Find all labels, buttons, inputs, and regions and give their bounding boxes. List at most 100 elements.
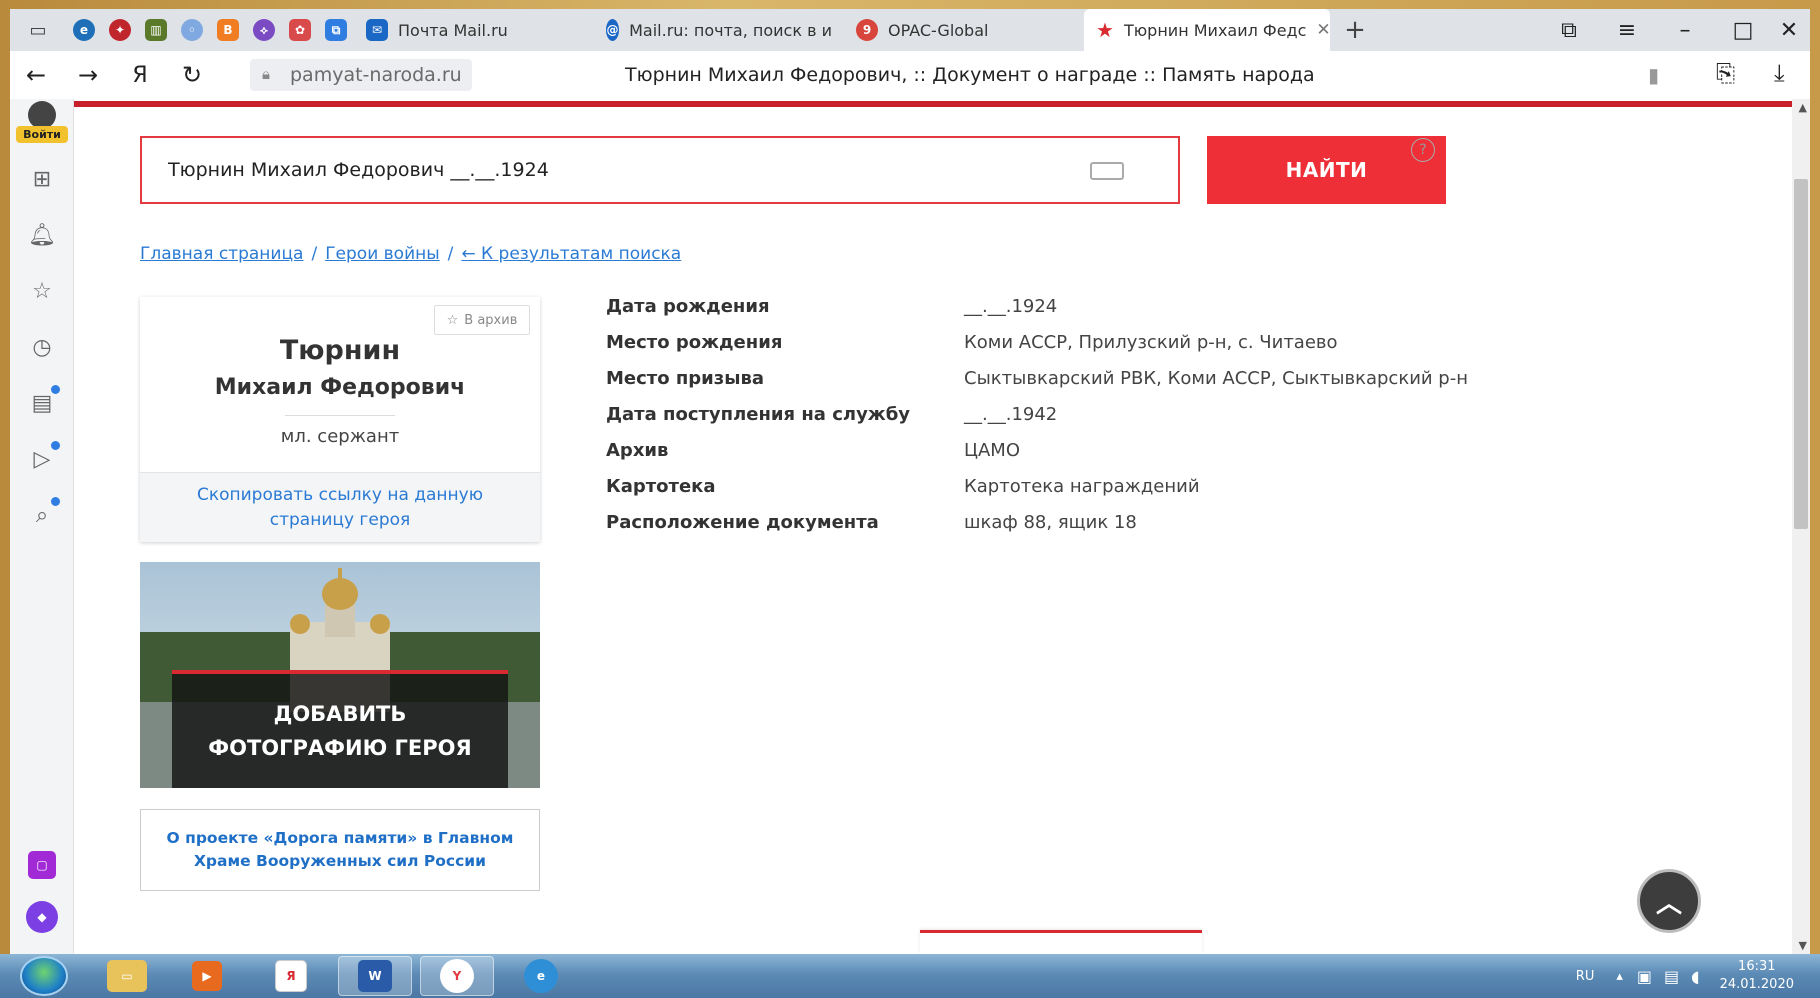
detail-label: Картотека — [606, 476, 716, 497]
tabs-list-icon[interactable]: ⧉ — [1540, 9, 1598, 51]
video-icon[interactable]: ▷ — [22, 439, 62, 479]
hero-card: ☆ В архив Тюрнин Михаил Федорович мл. се… — [140, 297, 540, 542]
new-tab-button[interactable]: + — [1330, 9, 1380, 51]
collections-icon[interactable]: ▤ — [22, 383, 62, 423]
page-content: НАЙТИ ? Главная страница / Герои войны /… — [74, 107, 1810, 954]
detail-label: Дата поступления на службу — [606, 404, 911, 425]
star-outline-icon[interactable]: ☆ — [22, 271, 62, 311]
breadcrumb-heroes[interactable]: Герои войны — [325, 244, 439, 264]
back-button[interactable]: ← — [10, 51, 62, 99]
detail-row: Архив ЦАМО — [606, 440, 1020, 476]
media-player-icon[interactable]: ▶ — [170, 956, 244, 996]
add-to-archive-button[interactable]: ☆ В архив — [434, 305, 530, 335]
search-bar: НАЙТИ — [140, 136, 1446, 204]
breadcrumb-separator: / — [447, 244, 454, 264]
notification-dot — [51, 497, 60, 506]
tab-mail[interactable]: ✉ Почта Mail.ru — [354, 9, 594, 51]
detail-value: ЦАМО — [964, 440, 1020, 461]
mailru-icon: @ — [606, 19, 620, 41]
vertical-scrollbar[interactable]: ▲ ▼ — [1792, 99, 1810, 954]
scroll-thumb[interactable] — [1794, 179, 1808, 529]
book-icon[interactable]: ▥ — [138, 9, 174, 51]
apps-icon[interactable]: ⊞ — [22, 159, 62, 199]
detail-label: Место рождения — [606, 332, 783, 353]
scroll-to-top-button[interactable]: ︿ — [1637, 869, 1701, 933]
login-button[interactable]: Войти — [10, 99, 74, 149]
app-purple-icon[interactable]: ▢ — [22, 845, 62, 885]
ie-icon[interactable]: e — [504, 956, 578, 996]
add-photo-banner[interactable]: ДОБАВИТЬ ФОТОГРАФИЮ ГЕРОЯ — [140, 562, 540, 788]
puzzle-icon[interactable]: ✿ — [282, 9, 318, 51]
close-window-button[interactable]: ✕ — [1768, 9, 1810, 51]
clock-time: 16:31 — [1738, 959, 1776, 974]
tab-opac[interactable]: 9 OPAC-Global — [844, 9, 1084, 51]
alice-icon[interactable]: ◆ — [22, 897, 62, 937]
help-icon[interactable]: ? — [1411, 138, 1435, 162]
divider — [285, 415, 395, 416]
url-field[interactable]: 🔒︎ pamyat-naroda.ru — [250, 59, 472, 91]
archive-label: В архив — [464, 312, 518, 328]
tab-mailru[interactable]: @ Mail.ru: почта, поиск в и — [594, 9, 844, 51]
star-icon: ★ — [1096, 18, 1114, 42]
tab-pamyat[interactable]: ★ Тюрнин Михаил Федс ✕ — [1084, 9, 1330, 51]
cloud-icon[interactable]: ◦ — [174, 9, 210, 51]
tab-bar: ▭ e ✦ ▥ ◦ B ⟡ ✿ ⧉ ✉ Почта Mail.ru @ Mail… — [10, 9, 1810, 51]
yandex-browser-icon[interactable]: Y — [420, 956, 494, 996]
tab-label: Почта Mail.ru — [398, 20, 508, 40]
tray-expand-icon[interactable]: ▴ — [1616, 969, 1637, 984]
about-project-link[interactable]: О проекте «Дорога памяти» в Главном Храм… — [140, 809, 540, 891]
detail-value: __.__.1942 — [964, 404, 1058, 425]
tab-label: Тюрнин Михаил Федс — [1123, 20, 1307, 40]
scroll-down-arrow[interactable]: ▼ — [1799, 939, 1807, 952]
forward-button[interactable]: → — [62, 51, 114, 99]
copy-icon[interactable]: ⧉ — [318, 9, 354, 51]
detail-row: Место призыва Сыктывкарский РВК, Коми АС… — [606, 368, 1468, 404]
translate-icon[interactable]: ⎘ — [1716, 59, 1735, 87]
copy-link-button[interactable]: Скопировать ссылку на данную страницу ге… — [140, 472, 540, 542]
scroll-up-arrow[interactable]: ▲ — [1799, 101, 1807, 114]
detail-row: Расположение документа шкаф 88, ящик 18 — [606, 512, 1137, 548]
tab-label: OPAC-Global — [888, 20, 989, 40]
history-icon[interactable]: ◷ — [22, 327, 62, 367]
page-title: Тюрнин Михаил Федорович, :: Документ о н… — [625, 64, 1315, 86]
search-input[interactable] — [142, 159, 1092, 181]
yandex-app-icon[interactable]: Я — [254, 956, 328, 996]
edge-icon[interactable]: e — [66, 9, 102, 51]
star-outline-icon: ☆ — [446, 312, 459, 328]
tab-panel-icon[interactable]: ▭ — [10, 9, 66, 51]
add-photo-label: ДОБАВИТЬ ФОТОГРАФИЮ ГЕРОЯ — [172, 670, 508, 788]
explorer-icon[interactable]: ▭ — [90, 956, 164, 996]
reload-button[interactable]: ↻ — [166, 51, 218, 99]
bookmark-icon[interactable]: ▮ — [1648, 63, 1659, 87]
detail-value: __.__.1924 — [964, 296, 1058, 317]
network-icon[interactable]: ⟡ — [246, 9, 282, 51]
tray-app-icon[interactable]: ▣ — [1637, 967, 1664, 986]
blogger-icon[interactable]: B — [210, 9, 246, 51]
bottom-panel-tab[interactable] — [920, 930, 1202, 954]
word-icon[interactable]: W — [338, 956, 412, 996]
browser-window: ▭ e ✦ ▥ ◦ B ⟡ ✿ ⧉ ✉ Почта Mail.ru @ Mail… — [10, 9, 1810, 954]
clock-date: 24.01.2020 — [1719, 977, 1794, 992]
download-icon[interactable]: ⤓ — [1774, 59, 1785, 87]
clock[interactable]: 16:31 24.01.2020 — [1700, 958, 1820, 994]
maximize-button[interactable]: □ — [1714, 9, 1772, 51]
taskbar: ▭ ▶ Я W Y e RU ▴ ▣ ▤ ◖ 16:31 24.01.2020 — [0, 954, 1820, 998]
network-icon[interactable]: ▤ — [1664, 967, 1691, 986]
volume-icon[interactable]: ◖ — [1691, 967, 1699, 986]
back-to-results-link[interactable]: ← К результатам поиска — [461, 244, 681, 264]
start-button[interactable] — [20, 956, 68, 996]
language-indicator[interactable]: RU — [1576, 969, 1617, 984]
minimize-button[interactable]: – — [1656, 9, 1714, 51]
breadcrumb-home[interactable]: Главная страница — [140, 244, 303, 264]
hero-surname: Тюрнин — [279, 335, 401, 366]
search-button[interactable]: НАЙТИ — [1207, 136, 1446, 204]
keyboard-icon[interactable] — [1090, 162, 1124, 180]
menu-icon[interactable]: ≡ — [1598, 9, 1656, 51]
bell-icon[interactable]: 🔔︎ — [22, 215, 62, 255]
close-tab-icon[interactable]: ✕ — [1316, 20, 1330, 40]
detail-value: Коми АССР, Прилузский р-н, с. Читаево — [964, 332, 1338, 353]
search-doc-icon[interactable]: ⌕ — [22, 495, 62, 535]
pinned-tab-icon[interactable]: ✦ — [102, 9, 138, 51]
yandex-button[interactable]: Я — [114, 51, 166, 99]
notification-dot — [51, 441, 60, 450]
